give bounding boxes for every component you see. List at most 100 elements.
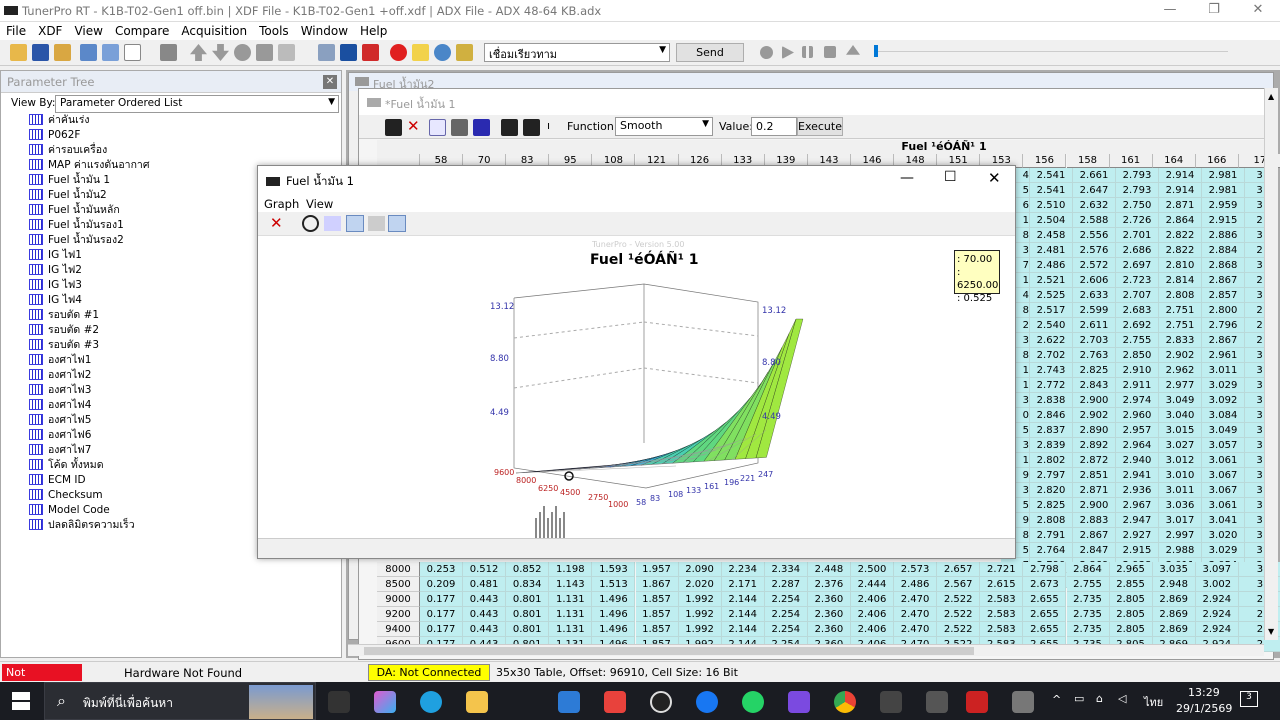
app-icon-2[interactable] <box>966 691 988 713</box>
table-cell[interactable]: 2.735 <box>1066 592 1110 607</box>
table-cell[interactable]: 2.755 <box>1066 577 1110 592</box>
table-cell[interactable]: 2.683 <box>1116 303 1159 318</box>
menu-xdf[interactable]: XDF <box>32 22 68 40</box>
table-cell[interactable]: 2.655 <box>1023 592 1067 607</box>
table-cell[interactable]: 2.947 <box>1116 513 1159 528</box>
table-cell[interactable]: 3.027 <box>1159 438 1202 453</box>
column-header[interactable]: 164 <box>1152 154 1196 168</box>
table-cell[interactable]: 2.900 <box>1073 498 1116 513</box>
battery-icon[interactable]: ▭ <box>1074 692 1084 705</box>
table-cell[interactable]: 2.981 <box>1202 183 1245 198</box>
table-cell[interactable]: 1.496 <box>592 592 636 607</box>
table-cell[interactable]: 2.940 <box>1116 453 1159 468</box>
table-cell[interactable]: 1.857 <box>635 622 679 637</box>
table-cell[interactable]: 2.743 <box>1030 363 1073 378</box>
notification-icon[interactable]: 3 <box>1240 691 1258 707</box>
x-axis-icon[interactable] <box>501 119 518 136</box>
table-cell[interactable]: 1.513 <box>592 577 636 592</box>
table-cell[interactable]: 1.992 <box>678 592 722 607</box>
table-cell[interactable]: 2.521 <box>1030 273 1073 288</box>
table-cell[interactable]: 2.847 <box>1073 543 1116 558</box>
table-cell[interactable]: 3.011 <box>1202 363 1245 378</box>
table-cell[interactable]: 3.092 <box>1202 393 1245 408</box>
minimize-icon[interactable]: — <box>1150 0 1190 22</box>
arrow-up-icon[interactable] <box>190 44 207 61</box>
table-cell[interactable]: 2.997 <box>1159 528 1202 543</box>
table-cell[interactable]: 3.002 <box>1195 577 1239 592</box>
table-cell[interactable]: 2.448 <box>807 562 851 577</box>
table-cell[interactable]: 2.470 <box>894 592 938 607</box>
save-icon[interactable] <box>32 44 49 61</box>
volume-icon[interactable]: ◁ <box>1118 692 1126 705</box>
table-cell[interactable]: 2.090 <box>678 562 722 577</box>
table-cell[interactable]: 2.814 <box>1159 273 1202 288</box>
table-cell[interactable]: 2.948 <box>1152 577 1196 592</box>
table-cell[interactable]: 2.540 <box>1030 318 1073 333</box>
chatgpt-icon[interactable] <box>650 691 672 713</box>
table-cell[interactable]: 2.572 <box>1073 258 1116 273</box>
table-cell[interactable]: 2.458 <box>1030 228 1073 243</box>
table-cell[interactable]: 2.902 <box>1159 348 1202 363</box>
table-cell[interactable]: 3.029 <box>1202 378 1245 393</box>
row-header[interactable]: 9400 <box>377 622 420 637</box>
table-cell[interactable]: 3.041 <box>1202 513 1245 528</box>
table-cell[interactable]: 3.097 <box>1195 562 1239 577</box>
table-cell[interactable]: 3.040 <box>1159 408 1202 423</box>
table-cell[interactable]: 2.867 <box>1073 528 1116 543</box>
emulate-icon[interactable] <box>390 44 407 61</box>
column-header[interactable]: 161 <box>1109 154 1153 168</box>
trace-icon[interactable] <box>324 216 341 231</box>
table-cell[interactable]: 2.800 <box>1202 303 1245 318</box>
connection-select[interactable]: เชื่อมเรียวทาม ▼ <box>484 43 670 62</box>
table-cell[interactable]: 2.793 <box>1116 168 1159 183</box>
table-cell[interactable]: 2.633 <box>1073 288 1116 303</box>
table-cell[interactable]: 2.697 <box>1116 258 1159 273</box>
table-cell[interactable]: 2.500 <box>851 562 894 577</box>
table-cell[interactable]: 2.988 <box>1159 543 1202 558</box>
tree-item[interactable]: องศาไฟ6 <box>29 428 91 443</box>
table-cell[interactable]: 2.655 <box>1023 607 1067 622</box>
table-cell[interactable]: 2.867 <box>1202 273 1245 288</box>
table-cell[interactable]: 2.599 <box>1073 303 1116 318</box>
table-cell[interactable]: 2.525 <box>1030 288 1073 303</box>
table-cell[interactable]: 2.444 <box>851 577 894 592</box>
table-cell[interactable]: 2.864 <box>1159 213 1202 228</box>
tree-item[interactable]: Fuel น้ำมันรอง1 <box>29 218 124 233</box>
compare-icon[interactable] <box>318 44 335 61</box>
table-cell[interactable]: 2.869 <box>1152 592 1196 607</box>
dashboard-icon[interactable] <box>456 44 473 61</box>
menu-tools[interactable]: Tools <box>253 22 295 40</box>
graph-menu-graph[interactable]: Graph <box>264 197 299 211</box>
table-cell[interactable]: 2.632 <box>1073 198 1116 213</box>
table-cell[interactable]: 2.020 <box>678 577 722 592</box>
table-cell[interactable]: 2.287 <box>764 577 808 592</box>
table-cell[interactable]: 2.611 <box>1073 318 1116 333</box>
facebook-icon[interactable] <box>696 691 718 713</box>
table-cell[interactable]: 2.406 <box>851 592 894 607</box>
table-cell[interactable]: 1.131 <box>549 622 593 637</box>
tree-item[interactable]: องศาไฟ5 <box>29 413 91 428</box>
table-cell[interactable]: 2.872 <box>1073 453 1116 468</box>
save-icon[interactable] <box>385 119 402 136</box>
globe-icon[interactable] <box>434 44 451 61</box>
table-cell[interactable]: 1.992 <box>678 607 722 622</box>
table-cell[interactable]: 2.144 <box>721 592 765 607</box>
table-cell[interactable]: 2.606 <box>1073 273 1116 288</box>
file-explorer-icon[interactable] <box>466 691 488 713</box>
hex-icon[interactable] <box>160 44 177 61</box>
table-cell[interactable]: 2.470 <box>894 622 938 637</box>
table-cell[interactable]: 2.576 <box>1073 243 1116 258</box>
table-cell[interactable]: 3.035 <box>1152 562 1196 577</box>
table-cell[interactable]: 0.177 <box>420 607 463 622</box>
table-cell[interactable]: 2.869 <box>1152 607 1196 622</box>
table-cell[interactable]: 1.857 <box>635 607 679 622</box>
table-cell[interactable]: 3.017 <box>1159 513 1202 528</box>
close-icon[interactable]: ✕ <box>270 214 283 232</box>
restore-icon[interactable]: ❐ <box>1194 0 1234 22</box>
table-cell[interactable]: 2.871 <box>1073 483 1116 498</box>
table-cell[interactable]: 2.334 <box>764 562 808 577</box>
row-header[interactable]: 8500 <box>377 577 420 592</box>
table-cell[interactable]: 3.012 <box>1159 453 1202 468</box>
table-cell[interactable]: 2.890 <box>1073 423 1116 438</box>
tree-item[interactable]: ค่ารอบเครื่อง <box>29 143 107 158</box>
